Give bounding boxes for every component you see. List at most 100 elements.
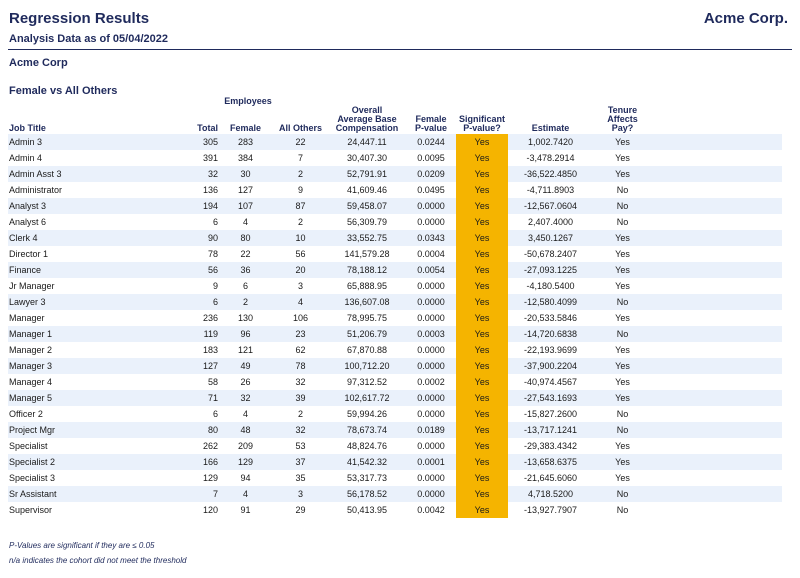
table-row: Project Mgr 80 48 32 78,673.74 0.0189 Yes -13,7… [8,422,782,438]
table-row: Lawyer 3 6 2 4 136,607.08 0.0000 Yes -12,580.40… [8,294,782,310]
cell-job-title: Specialist 3 [8,470,168,486]
cell-compensation: 41,609.46 [328,182,406,198]
cell-female: 94 [218,470,273,486]
cell-total: 9 [168,278,218,294]
row-spacer [652,502,782,518]
cell-female-pvalue: 0.0000 [406,214,456,230]
cell-estimate: -12,567.0604 [508,198,593,214]
col-header-estimate: Estimate [531,123,570,133]
cell-total: 80 [168,422,218,438]
table-row: Analyst 6 6 4 2 56,309.79 0.0000 Yes 2,407.4000… [8,214,782,230]
col-header-job-title: Job Title [9,123,46,133]
cell-female: 4 [218,214,273,230]
col-header-tenure-line1: Tenure Affects [607,105,638,124]
cell-tenure: Yes [593,438,652,454]
cell-compensation: 136,607.08 [328,294,406,310]
cell-estimate: 4,718.5200 [508,486,593,502]
cell-all-others: 78 [273,358,328,374]
cell-total: 391 [168,150,218,166]
cell-tenure: Yes [593,358,652,374]
cell-significant: Yes [456,470,508,486]
cell-compensation: 51,206.79 [328,326,406,342]
cell-job-title: Analyst 6 [8,214,168,230]
cell-significant: Yes [456,390,508,406]
col-header-all-others: All Others [278,123,322,133]
row-spacer [652,166,782,182]
cell-female-pvalue: 0.0189 [406,422,456,438]
cell-job-title: Manager [8,310,168,326]
cell-female-pvalue: 0.0000 [406,406,456,422]
cell-significant: Yes [456,438,508,454]
cell-compensation: 50,413.95 [328,502,406,518]
cell-all-others: 87 [273,198,328,214]
row-spacer [652,422,782,438]
col-header-pvalue-line2: P-value [414,123,447,133]
row-spacer [652,454,782,470]
cell-female-pvalue: 0.0000 [406,438,456,454]
row-spacer [652,486,782,502]
na-footnote: n/a indicates the cohort did not meet th… [9,556,187,565]
table-row: Manager 4 58 26 32 97,312.52 0.0002 Yes -40,974… [8,374,782,390]
cell-all-others: 9 [273,182,328,198]
cell-job-title: Jr Manager [8,278,168,294]
cell-job-title: Manager 2 [8,342,168,358]
row-spacer [652,294,782,310]
cell-compensation: 102,617.72 [328,390,406,406]
cell-all-others: 3 [273,278,328,294]
cell-significant: Yes [456,182,508,198]
cell-total: 6 [168,214,218,230]
cell-total: 71 [168,390,218,406]
cell-female: 130 [218,310,273,326]
header-divider [8,49,792,50]
cell-female-pvalue: 0.0000 [406,358,456,374]
cell-total: 6 [168,294,218,310]
cell-female-pvalue: 0.0000 [406,198,456,214]
cell-job-title: Admin Asst 3 [8,166,168,182]
cell-estimate: -3,478.2914 [508,150,593,166]
row-spacer [652,278,782,294]
cell-compensation: 59,458.07 [328,198,406,214]
cell-significant: Yes [456,150,508,166]
cell-tenure: Yes [593,278,652,294]
col-header-significant: Significant P-value? [456,106,508,134]
col-header-tenure-line2: Pay? [611,123,634,133]
cell-tenure: Yes [593,246,652,262]
cell-total: 236 [168,310,218,326]
cell-significant: Yes [456,326,508,342]
cell-total: 166 [168,454,218,470]
cell-estimate: -13,717.1241 [508,422,593,438]
cell-significant: Yes [456,342,508,358]
cell-significant: Yes [456,262,508,278]
cell-compensation: 78,995.75 [328,310,406,326]
cell-female-pvalue: 0.0054 [406,262,456,278]
cell-estimate: -15,827.2600 [508,406,593,422]
cell-job-title: Specialist 2 [8,454,168,470]
cell-tenure: Yes [593,374,652,390]
cell-female: 121 [218,342,273,358]
cell-significant: Yes [456,230,508,246]
cell-significant: Yes [456,278,508,294]
cell-total: 6 [168,406,218,422]
cell-compensation: 59,994.26 [328,406,406,422]
cell-total: 7 [168,486,218,502]
table-body: Admin 3 305 283 22 24,447.11 0.0244 Yes 1,002.7… [8,134,782,518]
row-spacer [652,326,782,342]
cell-female: 91 [218,502,273,518]
cell-total: 183 [168,342,218,358]
cell-tenure: Yes [593,230,652,246]
cell-all-others: 37 [273,454,328,470]
cell-total: 127 [168,358,218,374]
cell-all-others: 20 [273,262,328,278]
cell-total: 32 [168,166,218,182]
cell-significant: Yes [456,214,508,230]
row-spacer [652,374,782,390]
table-row: Administrator 136 127 9 41,609.46 0.0495 Yes -4… [8,182,782,198]
regression-table: Employees Job Title Total Female All Oth… [8,97,782,518]
row-spacer [652,390,782,406]
section-title: Female vs All Others [9,85,118,97]
cell-female: 107 [218,198,273,214]
regression-table-container: Employees Job Title Total Female All Oth… [8,97,782,518]
row-spacer [652,438,782,454]
cell-estimate: 2,407.4000 [508,214,593,230]
row-spacer [652,198,782,214]
